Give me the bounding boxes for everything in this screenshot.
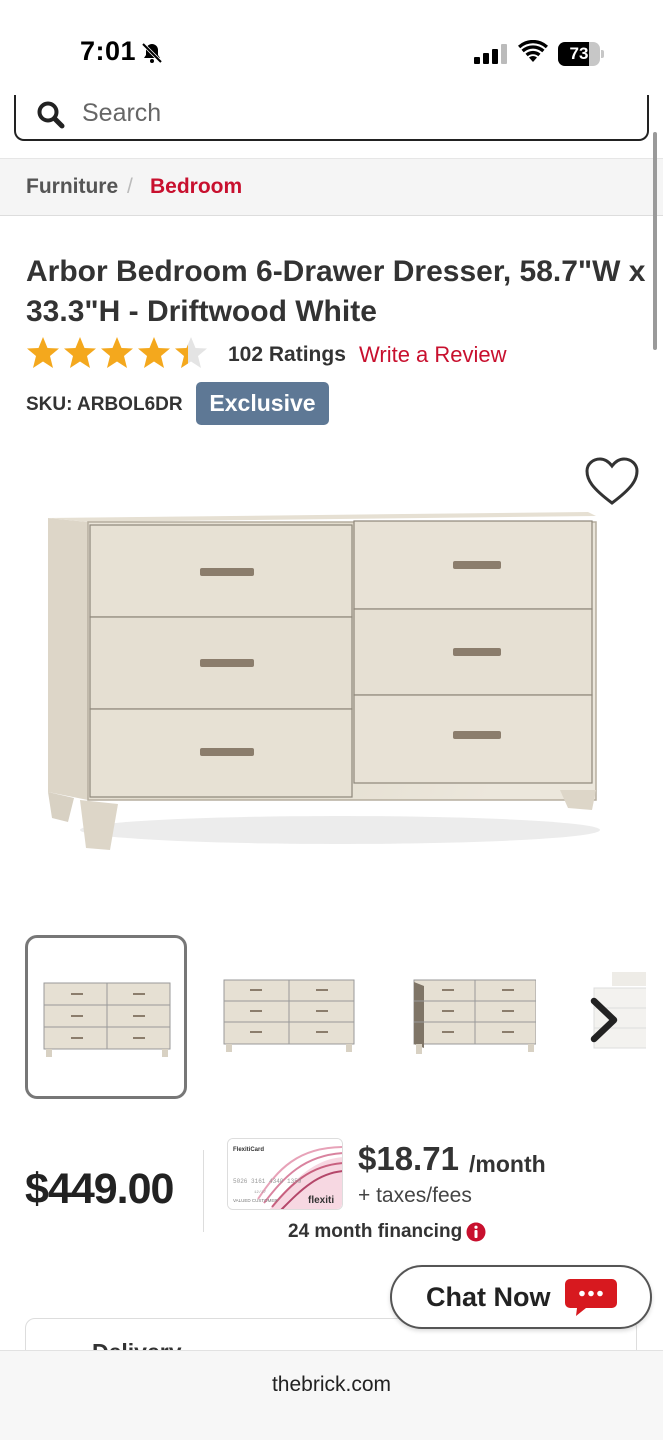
info-icon[interactable] — [466, 1222, 486, 1242]
exclusive-badge: Exclusive — [196, 382, 329, 425]
battery-icon: 73 — [558, 42, 604, 66]
flexiti-logo: flexiti — [308, 1195, 334, 1206]
browser-url-bar[interactable]: thebrick.com — [0, 1350, 663, 1440]
url-text: thebrick.com — [271, 1373, 392, 1396]
search-input[interactable]: Search — [14, 95, 649, 141]
breadcrumb: Furniture / Bedroom — [0, 158, 663, 216]
chat-bubble-icon — [565, 1279, 617, 1316]
card-number: 5026 3161 4340 1359 — [233, 1178, 302, 1185]
signal-icon — [474, 44, 507, 64]
status-bar: 7:01 73 — [0, 0, 663, 100]
monthly-amount: $18.71 — [358, 1140, 459, 1177]
wifi-icon — [518, 40, 548, 62]
card-expiry: 12/27 — [254, 1190, 267, 1195]
taxes-fees: + taxes/fees — [358, 1184, 472, 1207]
product-title: Arbor Bedroom 6-Drawer Dresser, 58.7"W x… — [26, 255, 646, 328]
star-icon — [64, 337, 96, 368]
search-placeholder: Search — [82, 99, 162, 127]
sku-label: SKU: ARBOL6DR — [26, 394, 183, 415]
card-holder: VALUED CUSTOMER — [233, 1198, 278, 1203]
star-icon — [101, 337, 133, 368]
thumbnail-strip — [0, 935, 663, 1101]
write-review-link[interactable]: Write a Review — [359, 342, 507, 368]
star-rating[interactable] — [26, 336, 210, 372]
breadcrumb-bedroom[interactable]: Bedroom — [150, 175, 242, 199]
financing-label: 24 month financing — [288, 1221, 463, 1242]
card-name: FlexitiCard — [233, 1147, 264, 1153]
star-icon — [27, 337, 59, 368]
search-icon — [37, 101, 65, 129]
battery-percent: 73 — [569, 44, 589, 63]
breadcrumb-furniture[interactable]: Furniture — [26, 175, 118, 199]
chat-now-button[interactable]: Chat Now — [390, 1265, 652, 1329]
monthly-unit: /month — [469, 1151, 546, 1177]
bell-slash-icon — [141, 42, 163, 64]
product-image[interactable] — [40, 500, 610, 860]
thumbnail-2[interactable] — [206, 935, 368, 1099]
chat-now-label: Chat Now — [426, 1282, 551, 1312]
ratings-count[interactable]: 102 Ratings — [228, 343, 346, 367]
thumbnail-3[interactable] — [386, 935, 548, 1099]
star-icon — [138, 337, 170, 368]
scrollbar[interactable] — [653, 132, 657, 350]
price-divider — [203, 1150, 204, 1232]
product-price: $449.00 — [25, 1165, 174, 1213]
thumbnail-1[interactable] — [25, 935, 187, 1099]
status-time: 7:01 — [80, 36, 137, 66]
flexiti-card-image[interactable]: FlexitiCard 5026 3161 4340 1359 12/27 VA… — [227, 1138, 343, 1210]
breadcrumb-separator: / — [127, 175, 133, 198]
chevron-right-icon[interactable] — [585, 995, 623, 1045]
